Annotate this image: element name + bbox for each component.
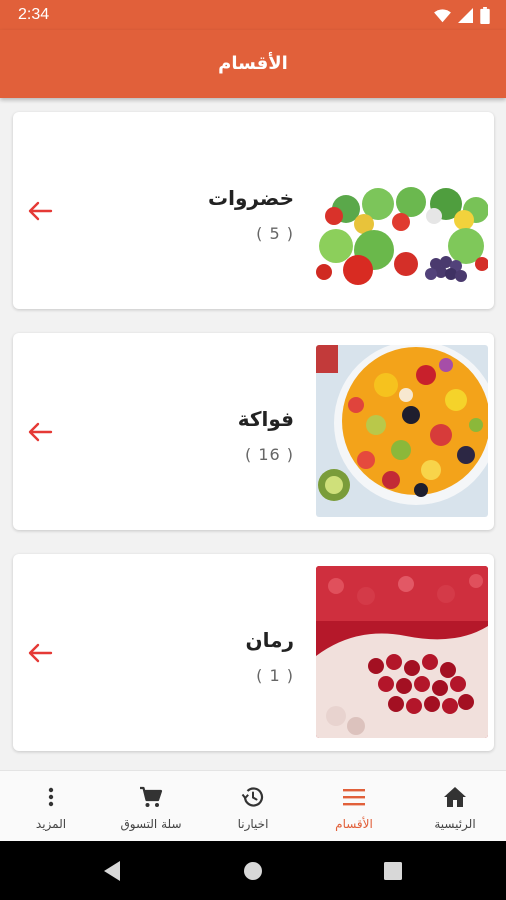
cart-icon	[140, 786, 163, 807]
system-navigation-bar	[0, 841, 506, 900]
nav-item-history[interactable]: اخيارنا	[203, 771, 303, 842]
vegetables-image	[316, 124, 488, 296]
nav-item-categories[interactable]: الأقسام	[304, 771, 404, 842]
pomegranate-image	[316, 566, 488, 738]
category-name: خضروات	[208, 186, 294, 210]
categories-list: خضروات ( 5 ) فواكة (16) رمان (1)	[0, 98, 506, 770]
nav-item-home[interactable]: الرئيسية	[405, 771, 505, 842]
more-vert-icon	[48, 787, 54, 807]
status-bar: 2:34	[0, 0, 506, 30]
status-time: 2:34	[18, 6, 50, 23]
category-count: ( 5 )	[256, 224, 294, 243]
nav-label: سلة التسوق	[120, 817, 182, 831]
wifi-icon	[434, 8, 451, 22]
nav-label: المزيد	[35, 817, 67, 831]
arrow-left-icon[interactable]	[27, 421, 53, 443]
category-card-vegetables[interactable]: خضروات ( 5 )	[13, 112, 494, 309]
app-bar: الأقسام	[0, 30, 506, 98]
nav-item-more[interactable]: المزيد	[1, 771, 101, 842]
signal-icon	[458, 8, 473, 23]
history-icon	[241, 787, 264, 807]
back-icon[interactable]	[102, 860, 122, 882]
arrow-left-icon[interactable]	[27, 642, 53, 664]
nav-item-cart[interactable]: سلة التسوق	[101, 771, 201, 842]
fruit-salad-image	[316, 345, 488, 517]
menu-icon	[343, 789, 365, 806]
category-card-fruits[interactable]: فواكة ( 16 )	[13, 333, 494, 530]
nav-label: الأقسام	[335, 817, 373, 831]
category-card-pomegranate[interactable]: رمان ( 1 )	[13, 554, 494, 751]
category-name: رمان	[245, 628, 294, 652]
home-icon	[444, 787, 466, 807]
status-icons	[434, 7, 490, 24]
home-circle-icon[interactable]	[243, 861, 263, 881]
battery-icon	[480, 7, 490, 24]
category-name: فواكة	[237, 407, 294, 431]
arrow-left-icon[interactable]	[27, 200, 53, 222]
category-count: ( 1 )	[256, 666, 294, 685]
recents-icon[interactable]	[384, 862, 402, 880]
category-count: ( 16 )	[244, 445, 294, 464]
nav-label: اخيارنا	[237, 817, 269, 831]
page-title: الأقسام	[218, 53, 288, 74]
bottom-navigation: المزيد سلة التسوق اخيارنا الأقسام الرئيس…	[0, 770, 506, 841]
nav-label: الرئيسية	[434, 817, 476, 831]
